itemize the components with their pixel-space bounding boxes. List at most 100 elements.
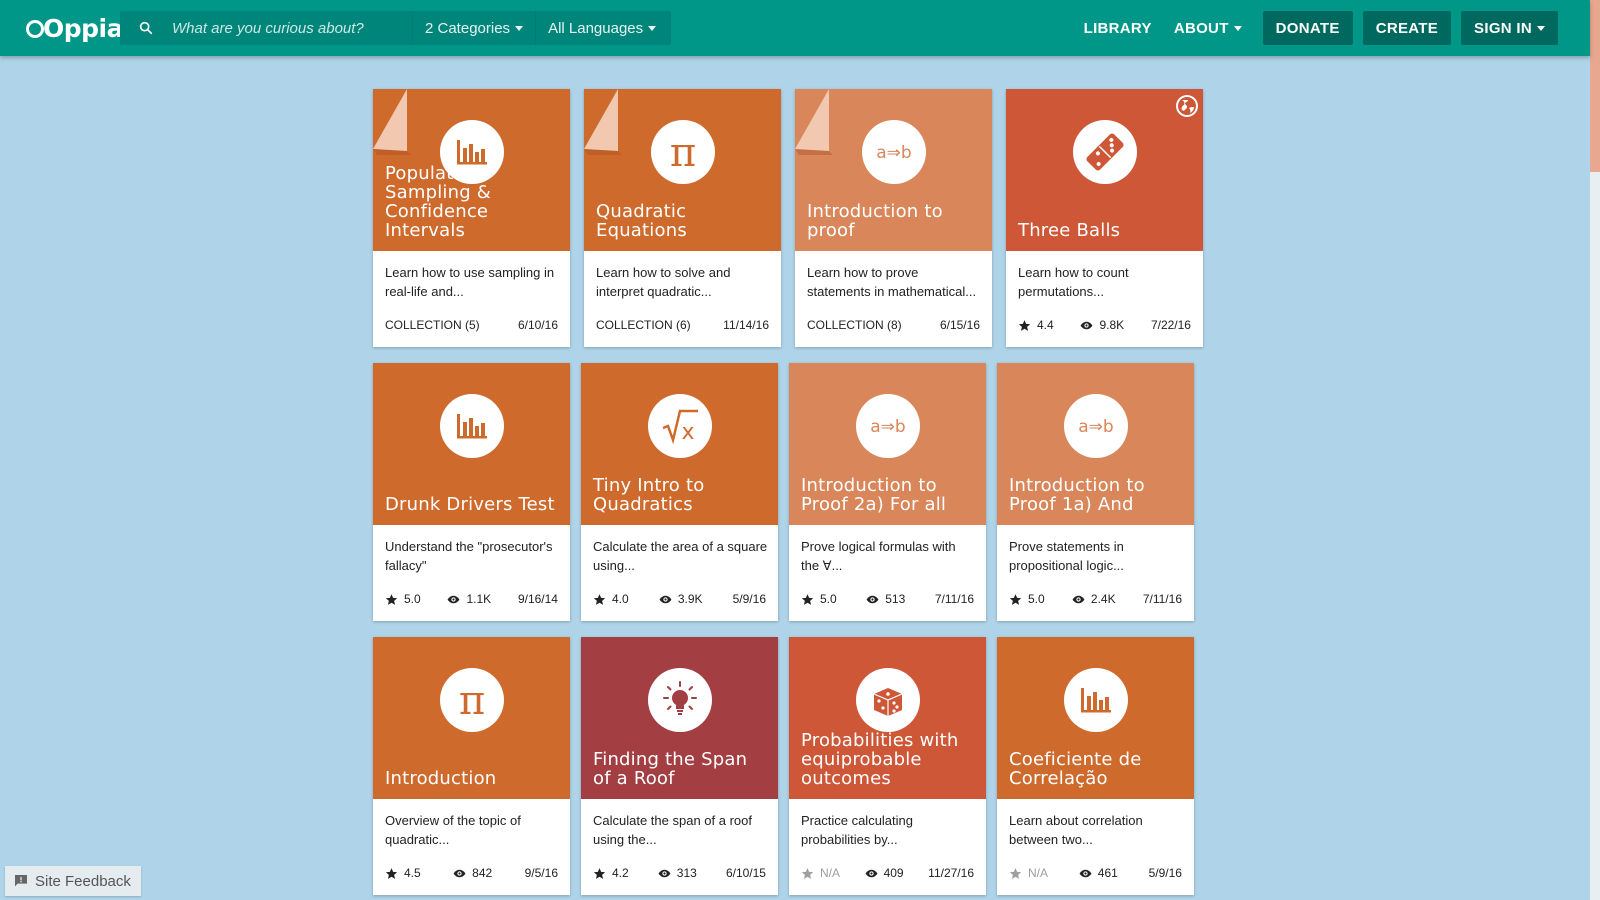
rating-stat: 5.0: [385, 592, 421, 606]
chevron-down-icon: [1537, 25, 1545, 31]
exploration-card[interactable]: a⇒b Introduction to Proof 2a) For all Prov…: [789, 363, 986, 621]
card-thumbnail: a⇒b Introduction to proof: [795, 89, 992, 251]
sign-in-button[interactable]: SIGN IN: [1461, 11, 1558, 45]
card-footer: COLLECTION (8) 6/15/16: [807, 317, 980, 333]
donate-button[interactable]: DONATE: [1262, 11, 1353, 45]
domino-icon: [1072, 120, 1137, 184]
views-stat: 3.9K: [659, 592, 703, 606]
search-icon[interactable]: [120, 11, 172, 45]
sign-in-label: SIGN IN: [1474, 19, 1532, 37]
rating-value: 5.0: [820, 592, 837, 606]
rating-value: 4.5: [404, 866, 421, 880]
exploration-card[interactable]: Finding the Span of a Roof Calculate the …: [581, 637, 778, 895]
card-description: Learn how to prove statements in mathema…: [807, 265, 977, 299]
card-date: 5/9/16: [1148, 866, 1182, 880]
svg-text:x: x: [681, 420, 694, 445]
eye-icon: [453, 867, 472, 880]
rating-value: 4.2: [612, 866, 629, 880]
card-footer: 4.4 9.8K 7/22/16: [1018, 317, 1191, 333]
card-date: 11/27/16: [928, 866, 974, 880]
card-description: Learn how to solve and interpret quadrat…: [596, 265, 731, 299]
exploration-card[interactable]: Coeficiente de Correlação Learn about cor…: [997, 637, 1194, 895]
dice-icon: [855, 668, 920, 732]
bar-chart-icon: [1063, 668, 1128, 732]
card-date: 6/15/16: [939, 318, 980, 332]
card-footer: N/A 461 5/9/16: [1009, 865, 1182, 881]
card-date: 5/9/16: [732, 592, 766, 606]
card-footer: 4.0 3.9K 5/9/16: [593, 591, 766, 607]
collection-count: COLLECTION (8): [807, 318, 902, 332]
exploration-card[interactable]: π Quadratic Equations Learn how to solve a…: [584, 89, 781, 347]
languages-dropdown[interactable]: All Languages: [535, 11, 668, 45]
star-icon: [593, 867, 612, 880]
search-input[interactable]: [172, 11, 412, 45]
views-value: 2.4K: [1090, 592, 1116, 606]
rating-stat: 4.4: [1018, 318, 1054, 332]
card-date: 9/5/16: [524, 866, 558, 880]
views-value: 1.1K: [466, 592, 492, 606]
chevron-down-icon: [515, 25, 524, 31]
card-description: Practice calculating probabilities by...: [801, 813, 913, 847]
star-icon: [1009, 593, 1028, 606]
card-date: 6/10/16: [517, 318, 558, 332]
card-thumbnail: π Quadratic Equations: [584, 89, 781, 251]
exploration-card[interactable]: π Introduction Overview of the topic of qu…: [373, 637, 570, 895]
card-footer: 5.0 2.4K 7/11/16: [1009, 591, 1182, 607]
card-thumbnail: a⇒b Introduction to Proof 1a) And: [997, 363, 1194, 525]
eye-icon: [865, 867, 884, 880]
site-feedback-button[interactable]: Site Feedback: [5, 866, 141, 896]
views-value: 313: [676, 866, 697, 880]
collection-fold-icon: [584, 89, 622, 155]
nav-about[interactable]: ABOUT: [1163, 20, 1253, 37]
star-icon: [801, 593, 820, 606]
logo-text: Oppia: [43, 13, 123, 43]
views-stat: 513: [866, 592, 905, 606]
svg-text:a⇒b: a⇒b: [870, 417, 905, 437]
languages-label: All Languages: [548, 19, 644, 37]
implies-icon: a⇒b: [861, 120, 926, 184]
card-title: Introduction to proof: [807, 201, 943, 241]
search-bar: 2 Categories All Languages: [120, 11, 671, 45]
exploration-card[interactable]: Drunk Drivers Test Understand the "prosec…: [373, 363, 570, 621]
nav-library[interactable]: LIBRARY: [1073, 20, 1163, 37]
scrollbar-thumb[interactable]: [1590, 0, 1600, 172]
rating-stat: 4.5: [385, 866, 421, 880]
rating-value: N/A: [820, 866, 841, 880]
card-title: Tiny Intro to Quadratics: [593, 475, 705, 515]
rating-stat: N/A: [1009, 866, 1048, 880]
main-nav: LIBRARY ABOUT DONATE CREATE SIGN IN: [1073, 11, 1558, 45]
card-date: 9/16/14: [517, 592, 558, 606]
card-title: Introduction: [385, 768, 497, 789]
card-thumbnail: Population Sampling & Confidence Interva…: [373, 89, 570, 251]
card-date: 11/14/16: [723, 318, 769, 332]
categories-dropdown[interactable]: 2 Categories: [412, 11, 535, 45]
oppia-logo[interactable]: Oppia: [26, 12, 123, 44]
card-thumbnail: Three Balls: [1006, 89, 1203, 251]
card-date: 7/11/16: [1142, 592, 1182, 606]
site-feedback-label: Site Feedback: [35, 872, 131, 890]
nav-about-label: ABOUT: [1173, 19, 1229, 37]
rating-stat: 4.2: [593, 866, 629, 880]
card-footer: COLLECTION (5) 6/10/16: [385, 317, 558, 333]
card-description: Prove logical formulas with the ∀...: [801, 539, 956, 573]
eye-icon: [659, 593, 678, 606]
views-value: 513: [885, 592, 906, 606]
card-title: Introduction to Proof 1a) And: [1009, 475, 1145, 515]
exploration-card[interactable]: a⇒b Introduction to proof Learn how to pro…: [795, 89, 992, 347]
exploration-card[interactable]: Three Balls Learn how to count permutatio…: [1006, 89, 1203, 347]
page-scrollbar[interactable]: [1590, 0, 1600, 900]
pi-icon: π: [650, 120, 715, 184]
card-description: Calculate the span of a roof using the..…: [593, 813, 752, 847]
create-button[interactable]: CREATE: [1362, 11, 1452, 45]
eye-icon: [866, 593, 885, 606]
implies-icon: a⇒b: [855, 394, 920, 458]
exploration-card[interactable]: Population Sampling & Confidence Interva…: [373, 89, 570, 347]
card-date: 7/11/16: [934, 592, 974, 606]
exploration-card[interactable]: x Tiny Intro to Quadratics Calculate the a…: [581, 363, 778, 621]
views-stat: 1.1K: [447, 592, 491, 606]
card-footer: COLLECTION (6) 11/14/16: [596, 317, 769, 333]
card-description: Overview of the topic of quadratic...: [385, 813, 521, 847]
exploration-card[interactable]: Probabilities with equiprobable outcomes…: [789, 637, 986, 895]
exploration-card[interactable]: a⇒b Introduction to Proof 1a) And Prove st…: [997, 363, 1194, 621]
views-value: 409: [883, 866, 904, 880]
